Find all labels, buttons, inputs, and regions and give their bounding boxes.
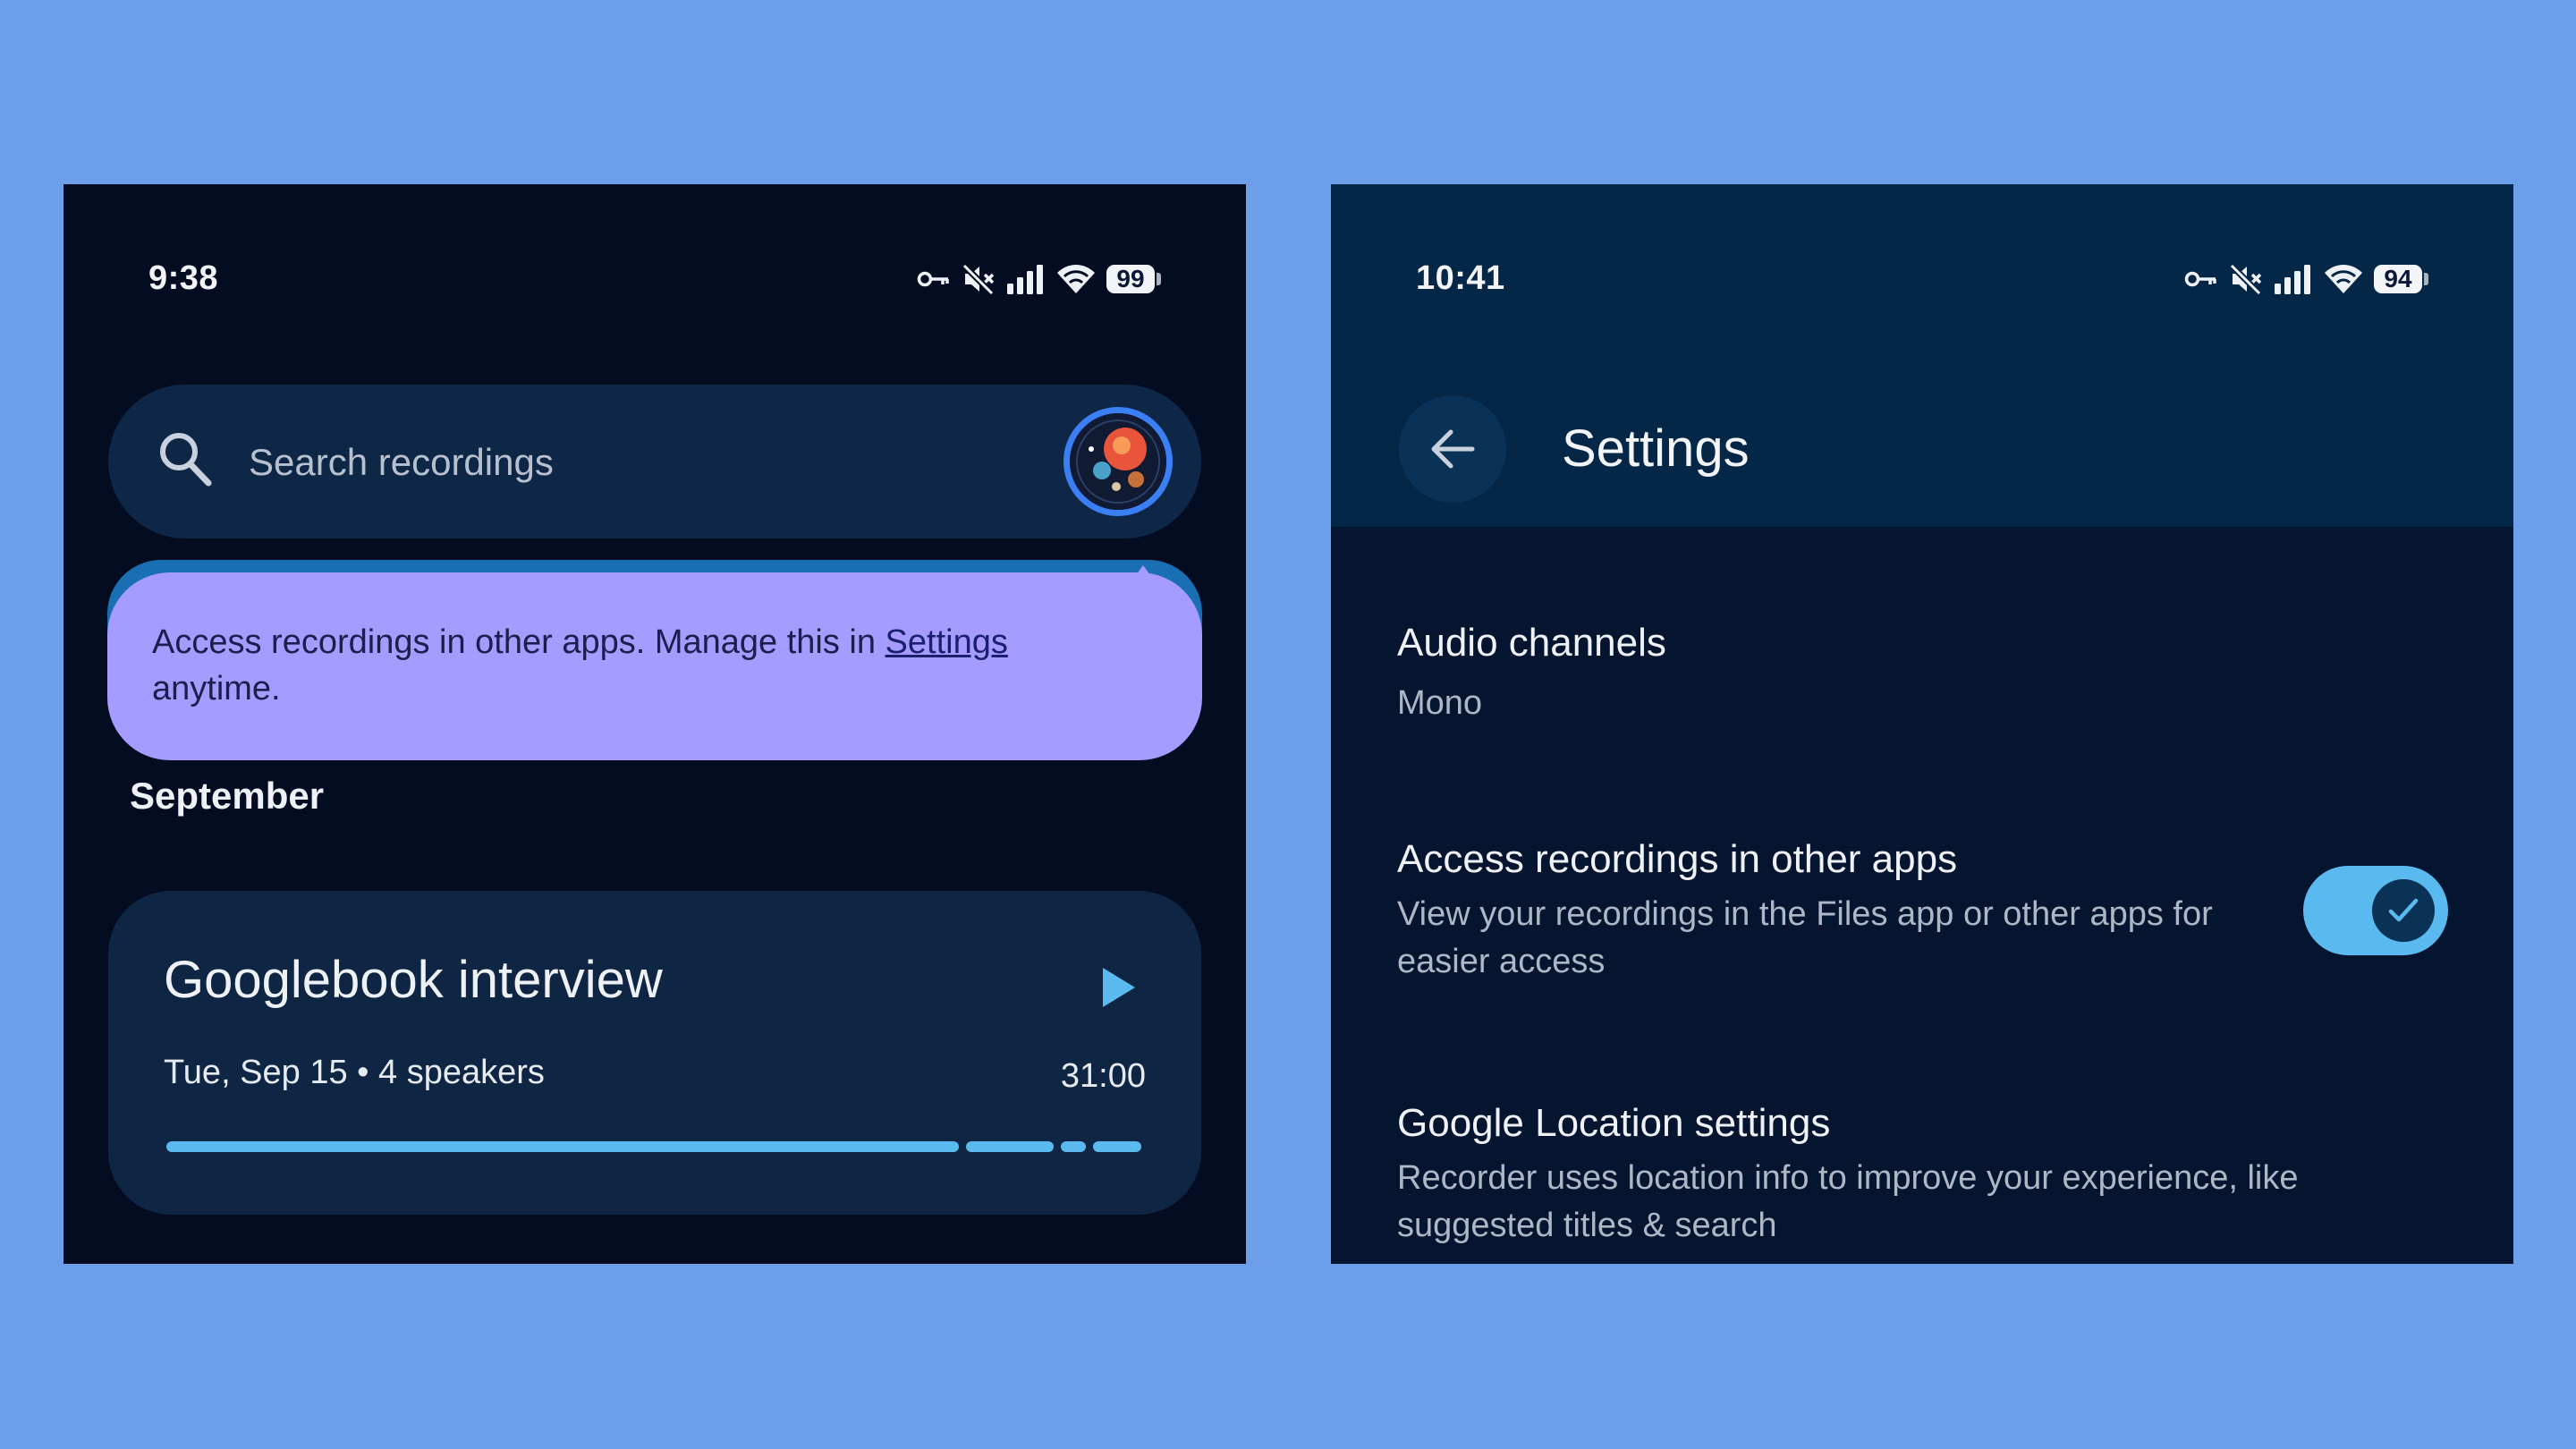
recording-duration: 31:00 [1060,1057,1146,1095]
signal-icon [1006,264,1046,294]
setting-title: Audio channels [1397,621,1666,665]
setting-audio-channels[interactable]: Audio channels Mono [1397,621,2381,727]
wifi-icon [2324,264,2363,294]
setting-description: Recorder uses location info to improve y… [1397,1159,2299,1244]
tooltip-settings-link[interactable]: Settings [886,623,1008,661]
tooltip-bubble: Access recordings in other apps. Manage … [107,565,1202,760]
recorder-home-screen: 9:38 99 Search recordings Access recordi… [64,184,1246,1264]
status-time: 10:41 [1416,259,1505,297]
setting-access-recordings[interactable]: Access recordings in other apps View you… [1397,837,2238,986]
avatar[interactable] [1063,407,1173,516]
recording-card[interactable]: Googlebook interview Tue, Sep 15 • 4 spe… [108,891,1201,1215]
toggle-thumb [2372,879,2435,942]
search-input[interactable] [247,433,966,492]
search-bar[interactable] [108,385,1201,538]
mute-icon [962,263,996,295]
section-header: September [130,775,325,817]
battery-icon: 99 [1106,265,1161,293]
vpn-key-icon [2184,269,2218,289]
tooltip: Access recordings in other apps. Manage … [107,560,1202,760]
setting-google-location[interactable]: Google Location settings Recorder uses l… [1397,1101,2381,1250]
battery-level: 99 [1106,265,1155,293]
recording-meta: Tue, Sep 15 • 4 speakers [164,1054,545,1091]
waveform-bar[interactable] [166,1141,1141,1152]
battery-level: 94 [2374,265,2422,293]
status-icons: 94 [2184,259,2428,299]
status-bar: 9:38 99 [64,184,1246,372]
search-icon[interactable] [157,429,214,495]
tooltip-text-after: anytime. [152,670,281,708]
battery-icon: 94 [2374,265,2428,293]
recording-title: Googlebook interview [164,951,663,1009]
wifi-icon [1056,264,1096,294]
status-icons: 99 [917,259,1161,299]
mute-icon [2229,263,2263,295]
settings-screen: 10:41 94 Settings Audio channels Mono Ac… [1331,184,2513,1264]
setting-title: Google Location settings [1397,1101,1831,1145]
signal-icon [2274,264,2313,294]
tooltip-text: Access recordings in other apps. Manage … [152,623,886,661]
access-recordings-toggle[interactable] [2303,866,2448,955]
setting-description: View your recordings in the Files app or… [1397,895,2213,980]
vpn-key-icon [917,269,951,289]
status-bar: 10:41 94 [1331,184,2513,372]
status-time: 9:38 [148,259,219,297]
setting-value: Mono [1397,684,1483,722]
page-title: Settings [1562,419,1750,478]
back-button[interactable] [1399,395,1506,503]
play-icon[interactable] [1090,961,1144,1014]
settings-header: 10:41 94 Settings [1331,184,2513,527]
setting-title: Access recordings in other apps [1397,837,1958,881]
